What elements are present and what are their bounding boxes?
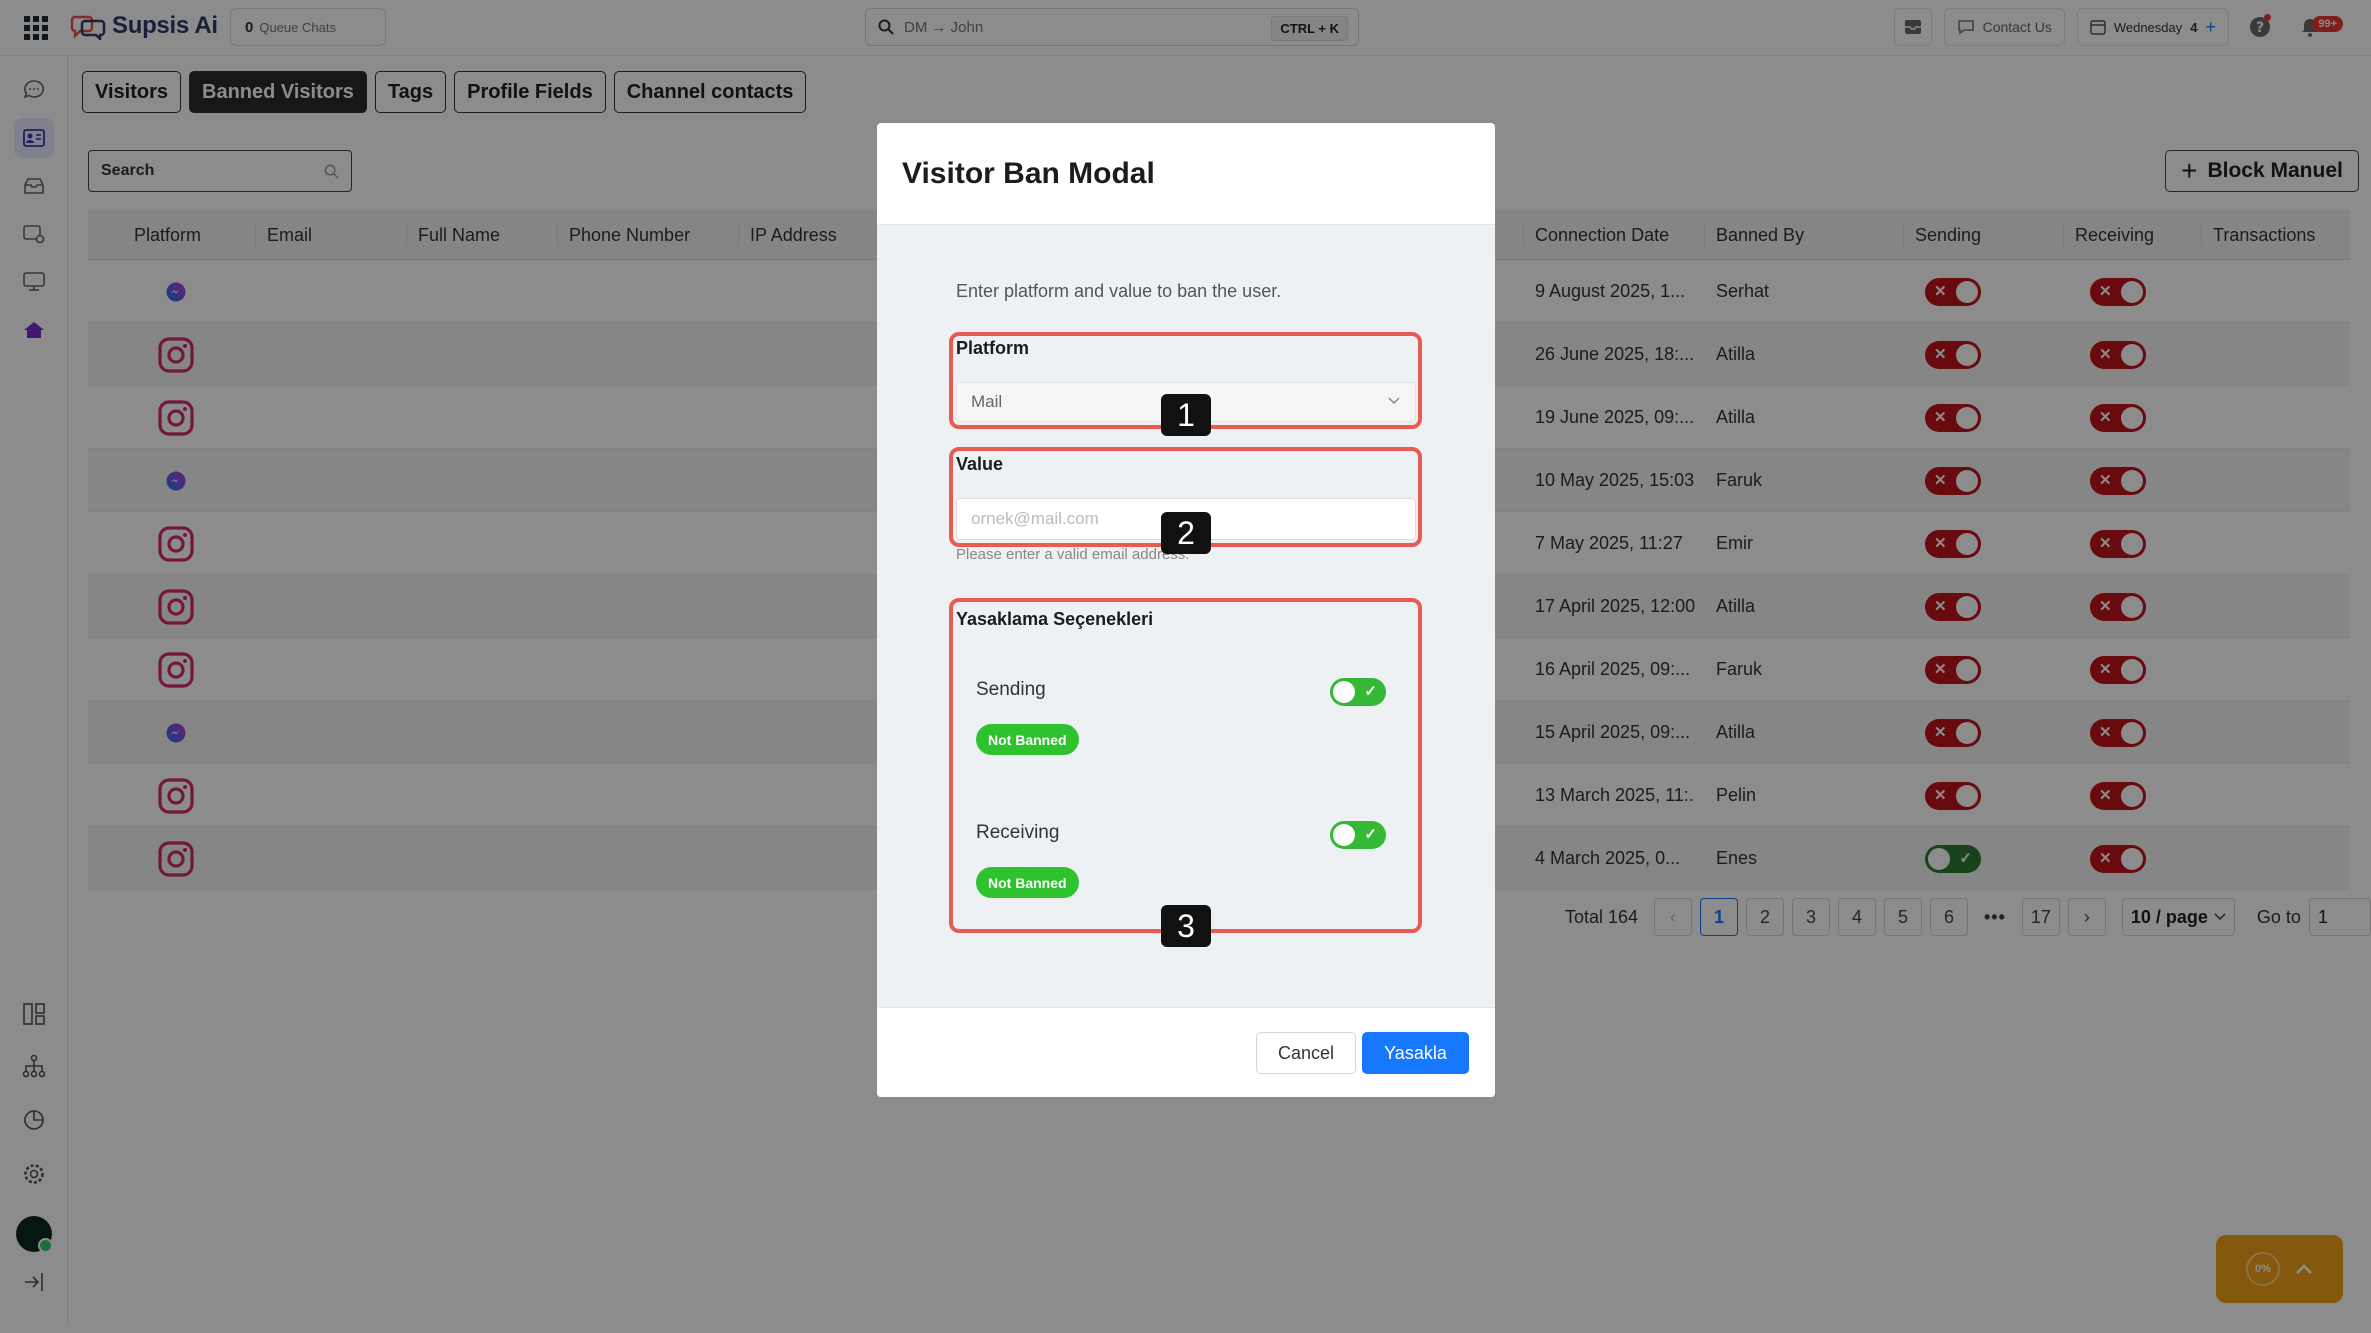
modal-intro: Enter platform and value to ban the user… [956,281,1282,301]
value-help-text: Please enter a valid email address. [956,546,1190,563]
step-marker: 1 [1161,394,1211,436]
modal-body: Enter platform and value to ban the user… [877,225,1495,1007]
ban-button[interactable]: Yasakla [1362,1032,1469,1074]
modal-title: Visitor Ban Modal [902,156,1155,190]
step-marker: 2 [1161,512,1211,554]
cancel-button[interactable]: Cancel [1256,1032,1356,1074]
modal-footer: Cancel Yasakla [877,1007,1495,1097]
step-marker: 3 [1161,905,1211,947]
visitor-ban-modal: Visitor Ban Modal Enter platform and val… [877,123,1495,1097]
highlight-options [949,598,1422,933]
